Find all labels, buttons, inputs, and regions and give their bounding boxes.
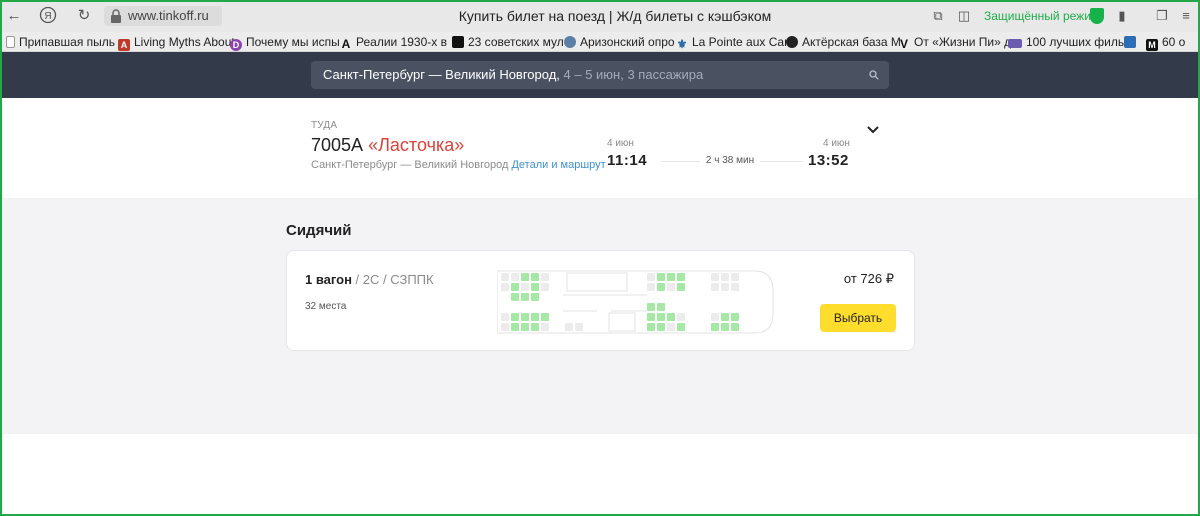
svg-text:Я: Я <box>44 11 51 22</box>
bookmark-label: Припавшая пыль <box>19 35 116 49</box>
url-text: www.tinkoff.ru <box>128 8 209 23</box>
back-icon[interactable]: ← <box>4 6 24 26</box>
search-dates-passengers: 4 – 5 июн, 3 пассажира <box>559 67 704 82</box>
details-link[interactable]: Детали и маршрут <box>511 159 605 171</box>
arrival-time: 13:52 <box>808 152 849 169</box>
letter-m-icon: M <box>1146 39 1158 51</box>
bookmark-label: Актёрская база М <box>802 35 901 49</box>
film-icon <box>1008 39 1022 48</box>
search-route: Санкт-Петербург — Великий Новгород, <box>323 67 560 82</box>
bookmark-label: Living Myths About <box>134 35 235 49</box>
letter-a-black-icon: A <box>341 37 351 51</box>
bookmark-item[interactable]: Актёрская база М <box>786 34 901 50</box>
bookmark-item[interactable]: ⚜ La Pointe aux Can <box>676 34 791 50</box>
search-icon[interactable] <box>869 70 879 80</box>
bookmark-label: Реалии 1930-х в <box>356 35 447 49</box>
trip-summary: ТУДА 7005А «Ласточка» Санкт-Петербург — … <box>0 98 1200 198</box>
letter-v-icon: V <box>899 37 908 51</box>
seat-map[interactable] <box>497 269 777 335</box>
seats-available: 32 места <box>305 301 347 312</box>
choose-button[interactable]: Выбрать <box>820 304 896 332</box>
bookmarks-bar: Припавшая пыль A Living Myths About D Поче… <box>0 32 1200 52</box>
bookmark-label: От «Жизни Пи» д <box>914 35 1012 49</box>
route-text: Санкт-Петербург — Великий Новгород <box>311 159 509 171</box>
section-title: Сидячий <box>286 222 352 239</box>
arrival-date: 4 июн <box>823 138 850 149</box>
bookmark-item[interactable]: V От «Жизни Пи» д <box>898 34 1011 50</box>
bookmark-label: Почему мы испы <box>246 35 340 49</box>
bookmark-item[interactable]: A Living Myths About <box>118 34 235 51</box>
lock-icon <box>111 9 121 23</box>
secure-mode-label[interactable]: Защищённый режим <box>984 9 1099 23</box>
bookmark-label: Аризонский опро <box>580 35 675 49</box>
bookmark-label: 23 советских мул <box>468 35 564 49</box>
bookmark-icon[interactable]: ▮ <box>1112 6 1132 26</box>
yandex-icon[interactable]: Я <box>38 6 58 26</box>
browser-toolbar: ← Я ↻ www.tinkoff.ru Купить билет на пое… <box>0 0 1200 32</box>
letter-d-icon: D <box>230 39 242 51</box>
address-bar[interactable]: www.tinkoff.ru <box>104 6 222 26</box>
direction-label: ТУДА <box>311 120 338 131</box>
bookmark-item[interactable]: Аризонский опро <box>564 34 675 50</box>
bookmark-item[interactable]: M 60 о <box>1146 34 1186 51</box>
trip-duration: 2 ч 38 мин <box>700 155 760 166</box>
bookmark-item[interactable]: 100 лучших филь <box>1008 34 1124 50</box>
bookmark-label: 60 о <box>1162 35 1186 49</box>
square-icon <box>452 36 464 48</box>
train-title: 7005А «Ласточка» <box>311 135 464 156</box>
collections-icon[interactable]: ❐ <box>1152 6 1172 26</box>
car-class: / 2С / СЗППК <box>351 272 434 287</box>
search-summary-field[interactable]: Санкт-Петербург — Великий Новгород, 4 – … <box>311 61 889 89</box>
shield-icon[interactable] <box>1090 8 1104 24</box>
doc-icon <box>1124 36 1136 48</box>
bookmark-label: 100 лучших филь <box>1026 35 1125 49</box>
car-number: 1 вагон <box>305 272 352 287</box>
fleur-icon: ⚜ <box>676 37 688 51</box>
page-icon <box>6 36 15 48</box>
car-price: от 726 ₽ <box>843 271 894 286</box>
bookmark-item[interactable]: Припавшая пыль <box>6 34 115 50</box>
departure-time: 11:14 <box>607 152 648 169</box>
extensions-icon[interactable]: ◫ <box>954 6 974 26</box>
bookmark-item[interactable]: A Реалии 1930-х в <box>340 34 447 50</box>
bookmark-label: La Pointe aux Can <box>692 35 791 49</box>
bookmark-item[interactable]: D Почему мы испы <box>230 34 340 51</box>
menu-icon[interactable]: ≡ <box>1176 6 1196 26</box>
train-name: «Ласточка» <box>368 135 465 155</box>
route-line: Санкт-Петербург — Великий Новгород Детал… <box>311 159 606 171</box>
bookmark-item[interactable]: 23 советских мул <box>452 34 564 50</box>
globe-icon <box>564 36 576 48</box>
bookmark-item[interactable] <box>1124 34 1140 50</box>
search-header: Санкт-Петербург — Великий Новгород, 4 – … <box>0 52 1200 98</box>
letter-a-icon: A <box>118 39 130 51</box>
car-selection-area: Сидячий 1 вагон / 2С / СЗППК 32 места от… <box>0 198 1200 434</box>
car-card[interactable]: 1 вагон / 2С / СЗППК 32 места от 726 ₽ В… <box>286 250 915 351</box>
car-title: 1 вагон / 2С / СЗППК <box>305 272 434 287</box>
chevron-down-icon[interactable] <box>866 125 880 135</box>
train-number: 7005А <box>311 135 364 155</box>
page-title: Купить билет на поезд | Ж/д билеты с кэш… <box>458 8 772 24</box>
departure-date: 4 июн <box>607 138 634 149</box>
reload-icon[interactable]: ↻ <box>74 6 94 26</box>
translate-icon[interactable]: ⧉ <box>928 6 948 26</box>
camera-icon <box>786 36 798 48</box>
